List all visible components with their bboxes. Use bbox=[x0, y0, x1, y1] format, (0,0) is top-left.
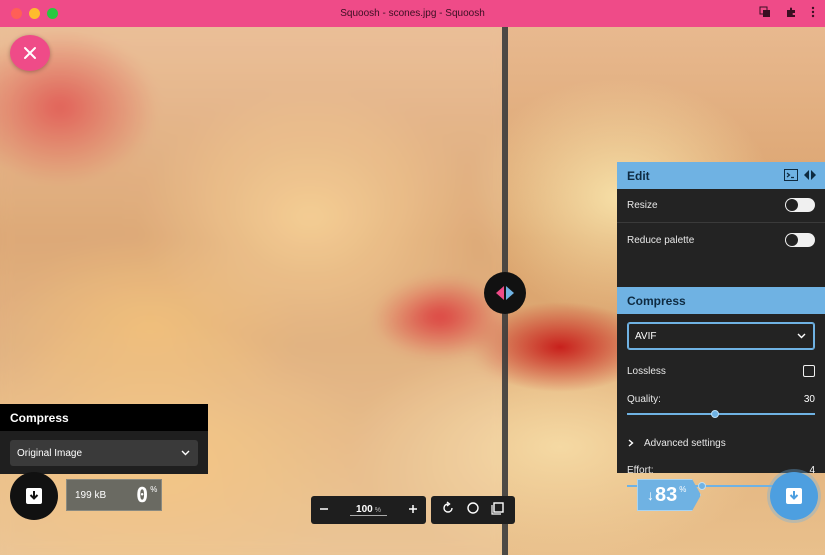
plus-icon bbox=[408, 505, 417, 513]
right-options-panel: Edit Resize Reduce palette Compress AVIF… bbox=[617, 162, 825, 490]
close-window-button[interactable] bbox=[11, 8, 22, 19]
left-compress-panel: Compress Original Image bbox=[0, 404, 208, 474]
copy-settings-button[interactable] bbox=[803, 169, 817, 184]
close-icon bbox=[24, 47, 36, 59]
extensions-icon[interactable] bbox=[785, 6, 797, 18]
chevron-down-icon bbox=[181, 450, 190, 456]
download-icon bbox=[786, 488, 802, 504]
divider-drag-handle[interactable] bbox=[484, 272, 526, 314]
compress-section-header: Compress bbox=[617, 287, 825, 314]
back-close-button[interactable] bbox=[10, 35, 50, 71]
advanced-settings-row[interactable]: Advanced settings bbox=[627, 435, 815, 451]
savings-percent: 83 bbox=[655, 483, 678, 506]
effort-label: Effort: bbox=[627, 464, 654, 476]
drag-arrows-icon bbox=[496, 286, 514, 300]
titlebar-actions bbox=[759, 6, 815, 18]
codec-select[interactable]: AVIF bbox=[627, 322, 815, 350]
reduce-palette-label: Reduce palette bbox=[627, 234, 695, 246]
zoom-level-value: 100 bbox=[356, 504, 373, 515]
minimize-window-button[interactable] bbox=[29, 8, 40, 19]
savings-arrow: ↓ bbox=[647, 487, 654, 503]
left-compress-title: Compress bbox=[0, 404, 208, 431]
zoom-level-input[interactable]: 100% bbox=[350, 504, 387, 516]
maximize-window-button[interactable] bbox=[47, 8, 58, 19]
original-percent-sign: % bbox=[150, 485, 158, 494]
lossless-row: Lossless bbox=[627, 363, 815, 379]
compressed-size-info: ↓ 83 % 33.0 kB bbox=[637, 479, 771, 511]
quality-slider[interactable] bbox=[627, 410, 815, 418]
background-toggle-button[interactable] bbox=[466, 501, 480, 520]
right-compress-title: Compress bbox=[627, 293, 686, 308]
download-icon bbox=[26, 488, 42, 504]
left-method-value: Original Image bbox=[17, 447, 83, 459]
edit-section-header: Edit bbox=[617, 162, 825, 189]
swap-arrows-icon bbox=[804, 170, 816, 180]
lossless-label: Lossless bbox=[627, 365, 666, 377]
terminal-icon bbox=[784, 169, 798, 181]
window-titlebar: Squoosh - scones.jpg - Squoosh bbox=[0, 0, 825, 27]
divider-line bbox=[617, 222, 825, 223]
crop-square-icon bbox=[491, 501, 505, 515]
rotate-icon bbox=[442, 500, 453, 513]
original-file-size: 199 kB bbox=[75, 489, 107, 501]
minus-icon bbox=[320, 508, 328, 510]
view-tools bbox=[431, 496, 515, 524]
edit-header-icons bbox=[784, 169, 817, 184]
zoom-out-button[interactable] bbox=[319, 501, 329, 519]
reduce-palette-toggle[interactable] bbox=[785, 233, 815, 247]
rotate-button[interactable] bbox=[441, 500, 455, 520]
zoom-in-button[interactable] bbox=[408, 501, 418, 519]
circle-icon bbox=[467, 501, 479, 514]
translate-icon[interactable] bbox=[759, 6, 771, 18]
download-original-button[interactable] bbox=[10, 472, 58, 520]
window-title: Squoosh - scones.jpg - Squoosh bbox=[340, 8, 485, 19]
zoom-level-unit: % bbox=[374, 507, 381, 514]
chevron-right-icon bbox=[628, 439, 634, 447]
resize-label: Resize bbox=[627, 199, 658, 211]
window-controls bbox=[11, 8, 58, 19]
left-method-select[interactable]: Original Image bbox=[10, 440, 198, 466]
savings-percent-sign: % bbox=[679, 485, 687, 494]
original-image-half bbox=[0, 27, 505, 555]
reduce-palette-row: Reduce palette bbox=[627, 232, 815, 248]
side-by-side-button[interactable] bbox=[491, 501, 505, 520]
original-size-info: 199 kB 0 % bbox=[66, 479, 162, 511]
more-menu-icon[interactable] bbox=[811, 6, 815, 18]
chevron-down-icon bbox=[797, 333, 806, 339]
quality-slider-handle[interactable] bbox=[711, 410, 720, 418]
original-percent: 0 bbox=[136, 483, 149, 507]
resize-row: Resize bbox=[627, 197, 815, 213]
download-compressed-button[interactable] bbox=[770, 472, 818, 520]
codec-value: AVIF bbox=[635, 330, 657, 342]
edit-title: Edit bbox=[627, 168, 650, 183]
quality-label: Quality: bbox=[627, 393, 661, 405]
lossless-checkbox[interactable] bbox=[803, 365, 815, 377]
cli-button[interactable] bbox=[784, 169, 798, 184]
quality-value[interactable]: 30 bbox=[804, 394, 815, 405]
zoom-controls: 100% bbox=[311, 496, 426, 524]
resize-toggle[interactable] bbox=[785, 198, 815, 212]
savings-badge: ↓ 83 % bbox=[637, 479, 701, 511]
effort-value[interactable]: 4 bbox=[809, 465, 815, 476]
quality-row: Quality: 30 bbox=[627, 391, 815, 407]
advanced-settings-label: Advanced settings bbox=[644, 437, 726, 449]
